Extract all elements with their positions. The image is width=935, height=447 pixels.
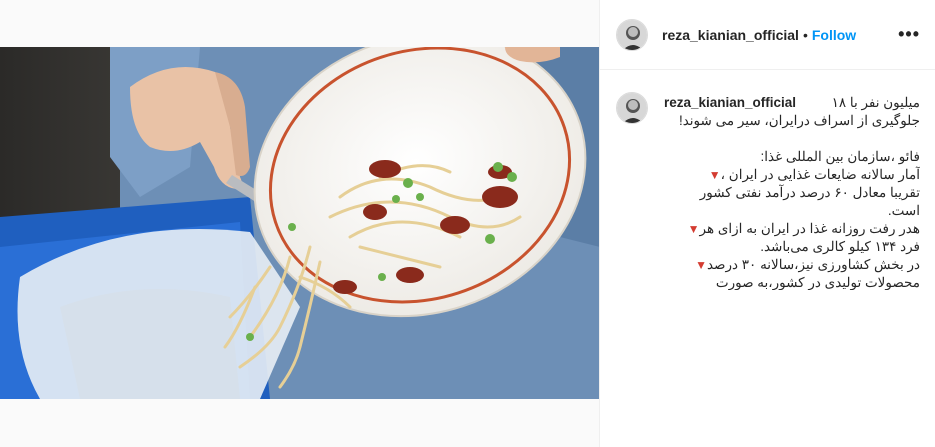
header-username-link[interactable]: reza_kianian_official bbox=[662, 27, 799, 43]
post-image-column bbox=[0, 0, 599, 447]
red-triangle-down-icon: ▼ bbox=[708, 168, 721, 182]
avatar-image bbox=[617, 19, 647, 50]
caption-line: میلیون نفر با ۱۸ bbox=[831, 95, 920, 110]
caption-line: آمار سالانه ضایعات غذایی در ایران ،▼ bbox=[664, 166, 920, 184]
caption-line: است. bbox=[887, 203, 920, 218]
header-separator: • bbox=[802, 26, 808, 43]
caption-line: در بخش کشاورزی نیز،سالانه ۳۰ درصد▼ bbox=[664, 256, 920, 274]
caption-username-link[interactable]: reza_kianian_official bbox=[664, 94, 796, 112]
more-options-icon[interactable]: ••• bbox=[898, 24, 920, 45]
caption-avatar-image bbox=[617, 93, 647, 123]
caption-first-row: reza_kianian_official میلیون نفر با ۱۸ bbox=[664, 94, 920, 112]
caption-text: reza_kianian_official میلیون نفر با ۱۸ ج… bbox=[664, 94, 920, 290]
caption-line: فائو ،سازمان بین المللی غذا: bbox=[760, 149, 920, 164]
caption-avatar[interactable] bbox=[616, 92, 648, 124]
caption-line-text: در بخش کشاورزی نیز،سالانه ۳۰ درصد bbox=[706, 257, 920, 272]
post-header: reza_kianian_official • Follow ••• bbox=[600, 0, 935, 70]
caption-line-text: آمار سالانه ضایعات غذایی در ایران ، bbox=[720, 167, 920, 182]
red-triangle-down-icon: ▼ bbox=[687, 222, 700, 236]
caption-line: تقریبا معادل ۶۰ درصد درآمد نفتی کشور bbox=[699, 185, 920, 200]
caption-line: جلوگیری از اسراف درایران، سیر می شوند! bbox=[678, 113, 920, 128]
post-sidebar: reza_kianian_official • Follow ••• reza_… bbox=[599, 0, 935, 447]
caption-line: هدر رفت روزانه غذا در ایران به ازای هر▼ bbox=[664, 220, 920, 238]
caption: reza_kianian_official میلیون نفر با ۱۸ ج… bbox=[616, 92, 920, 290]
caption-line: محصولات تولیدی در کشور،به صورت bbox=[715, 275, 920, 290]
caption-line-text: هدر رفت روزانه غذا در ایران به ازای هر bbox=[699, 221, 920, 236]
post-photo[interactable] bbox=[0, 47, 599, 399]
caption-line: فرد ۱۳۴ کیلو کالری می‌باشد. bbox=[760, 239, 920, 254]
red-triangle-down-icon: ▼ bbox=[695, 258, 707, 272]
follow-button[interactable]: Follow bbox=[812, 27, 856, 43]
avatar[interactable] bbox=[616, 18, 648, 51]
